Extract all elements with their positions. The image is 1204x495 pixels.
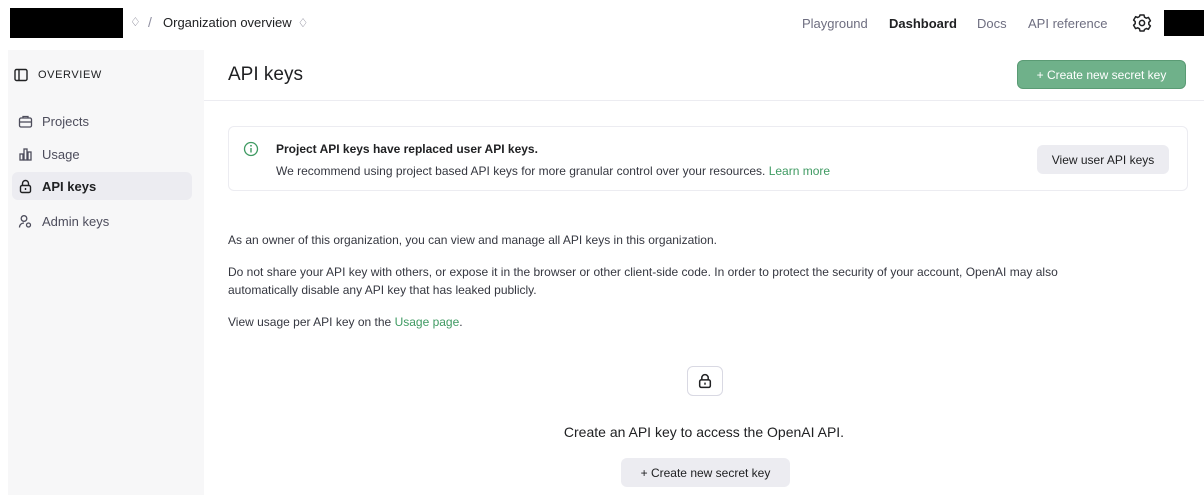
security-paragraph-line: Do not share your API key with others, o…	[228, 265, 1058, 279]
breadcrumb-label: Organization overview	[163, 15, 292, 30]
sidebar: OVERVIEW Projects Usage API keys Admin k…	[8, 50, 204, 495]
top-bar: ♢ / Organization overview ♢ Playground D…	[0, 0, 1204, 50]
sidebar-item-label: Usage	[42, 146, 80, 162]
org-chevron-icon[interactable]: ♢	[130, 15, 141, 29]
usage-paragraph: View usage per API key on the Usage page…	[228, 313, 463, 331]
bar-chart-icon	[19, 147, 32, 161]
briefcase-icon	[18, 115, 33, 128]
usage-paragraph-text: View usage per API key on the	[228, 315, 392, 329]
sidebar-item-usage[interactable]: Usage	[12, 140, 192, 168]
sidebar-item-api-keys[interactable]: API keys	[12, 172, 192, 200]
title-divider	[204, 100, 1204, 101]
sidebar-item-label: Projects	[42, 113, 89, 129]
notice-body-text: We recommend using project based API key…	[276, 164, 766, 178]
notice-banner: Project API keys have replaced user API …	[228, 126, 1188, 191]
empty-state-icon-box	[687, 366, 723, 396]
learn-more-link[interactable]: Learn more	[769, 164, 830, 178]
view-user-api-keys-button[interactable]: View user API keys	[1037, 145, 1169, 174]
notice-body: We recommend using project based API key…	[276, 164, 830, 178]
usage-paragraph-period: .	[459, 315, 463, 329]
nav-api-reference[interactable]: API reference	[1028, 16, 1108, 31]
sidebar-item-admin-keys[interactable]: Admin keys	[12, 207, 192, 235]
user-avatar[interactable]	[1164, 10, 1204, 36]
sidebar-panel-icon[interactable]	[14, 68, 28, 82]
breadcrumb[interactable]: Organization overview ♢	[163, 15, 308, 30]
sidebar-heading: OVERVIEW	[14, 66, 102, 84]
nav-dashboard[interactable]: Dashboard	[889, 16, 957, 31]
sidebar-heading-label: OVERVIEW	[38, 69, 102, 81]
empty-state-title: Create an API key to access the OpenAI A…	[563, 424, 845, 440]
security-paragraph: Do not share your API key with others, o…	[228, 263, 1058, 299]
sidebar-item-label: API keys	[42, 178, 97, 194]
page-title: API keys	[228, 64, 303, 85]
lock-icon	[698, 373, 712, 389]
breadcrumb-separator: /	[148, 14, 152, 30]
info-icon	[243, 141, 259, 157]
notice-title: Project API keys have replaced user API …	[276, 142, 538, 156]
usage-page-link[interactable]: Usage page	[395, 315, 460, 329]
sidebar-item-projects[interactable]: Projects	[12, 107, 192, 135]
lock-icon	[19, 179, 32, 193]
chevron-updown-icon: ♢	[297, 15, 309, 30]
organization-selector[interactable]	[10, 8, 123, 38]
create-secret-key-button[interactable]: + Create new secret key	[1017, 60, 1186, 89]
security-paragraph-line: automatically disable any API key that h…	[228, 283, 537, 297]
settings-gear-icon[interactable]	[1132, 13, 1152, 33]
user-key-icon	[18, 214, 32, 228]
sidebar-item-label: Admin keys	[42, 213, 110, 229]
nav-docs[interactable]: Docs	[977, 16, 1007, 31]
ownership-paragraph: As an owner of this organization, you ca…	[228, 233, 717, 247]
nav-playground[interactable]: Playground	[802, 16, 868, 31]
empty-state-create-key-button[interactable]: + Create new secret key	[621, 458, 790, 487]
